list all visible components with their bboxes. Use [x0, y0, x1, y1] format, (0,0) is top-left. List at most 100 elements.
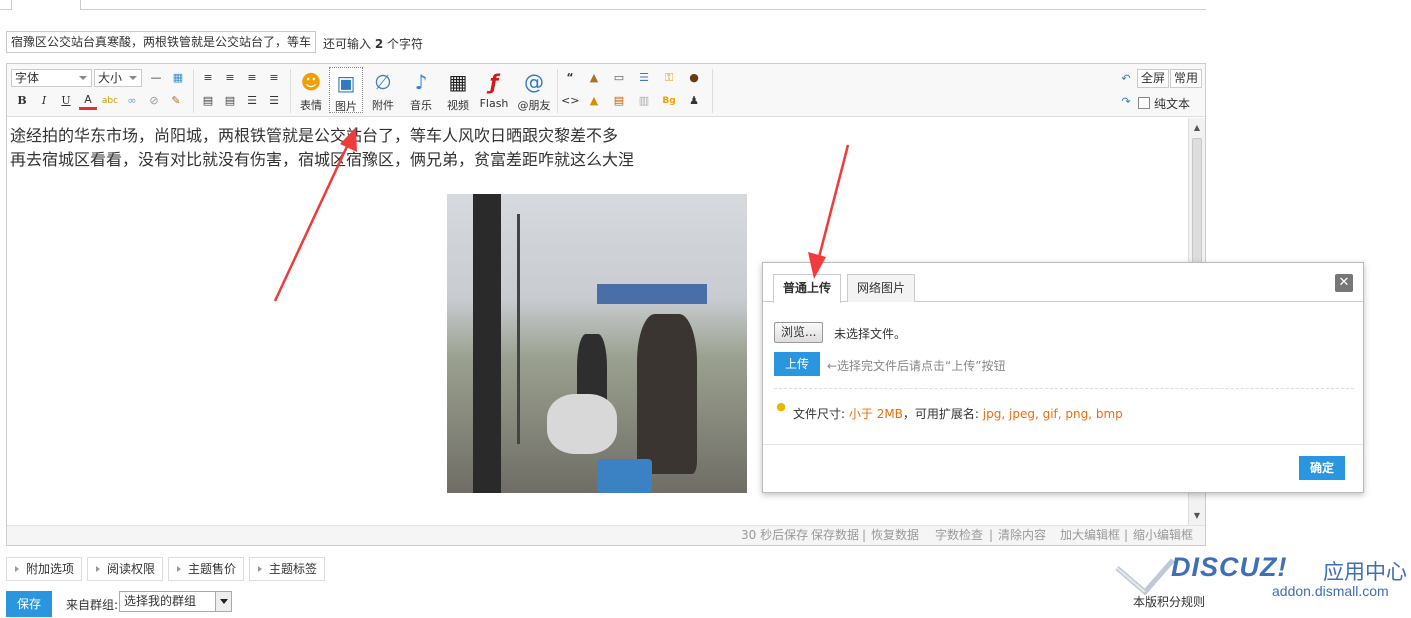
align-justify-icon[interactable]: ≡ [265, 69, 283, 87]
stamp-icon[interactable]: ● [685, 69, 703, 87]
top-tab[interactable] [11, 0, 81, 10]
extra-options-button[interactable]: 附加选项 [6, 557, 83, 581]
background-image-icon[interactable]: Bg [660, 92, 678, 110]
unordered-list-icon[interactable]: ☰ [265, 92, 283, 110]
brand-v-logo-icon [1115, 558, 1175, 596]
clapperboard-icon: ▦ [448, 70, 468, 94]
editor-toolbar: 字体 大小 — ▦ B I U A abc ∞ ⊘ ✎ ≡ ≡ ≡ ≡ ▤ ▤ … [7, 64, 1205, 117]
italic-icon[interactable]: I [35, 92, 53, 110]
emoji-button[interactable]: ☻ 表情 [294, 67, 328, 113]
upload-button[interactable]: 上传 [774, 352, 820, 376]
underline-icon[interactable]: U [57, 92, 75, 110]
confirm-button[interactable]: 确定 [1299, 456, 1345, 480]
float-right-icon[interactable]: ▤ [221, 92, 239, 110]
align-center-icon[interactable]: ≡ [221, 69, 239, 87]
photo-suitcase [597, 459, 652, 493]
read-permission-button[interactable]: 阅读权限 [87, 557, 164, 581]
attachment-button[interactable]: ∅ 附件 [366, 67, 400, 113]
toolbar-separator [557, 69, 558, 113]
image-upload-dialog: 普通上传 网络图片 ✕ 浏览... 未选择文件。 上传 ←选择完文件后请点击“上… [762, 262, 1364, 493]
caret-right-icon [96, 566, 100, 572]
music-button[interactable]: ♪ 音乐 [404, 67, 438, 113]
scroll-up-icon[interactable]: ▲ [1189, 120, 1205, 136]
size-label: 文件尺寸: [793, 407, 846, 421]
redo-icon[interactable]: ↷ [1117, 93, 1135, 111]
horizontal-rule-icon[interactable]: — [147, 69, 165, 87]
float-left-icon[interactable]: ▤ [199, 92, 217, 110]
photo-person [637, 314, 697, 474]
scroll-down-icon[interactable]: ▼ [1189, 508, 1205, 524]
password-icon[interactable]: ⚿ [660, 69, 678, 87]
group-label: 来自群组: [66, 598, 119, 612]
clear-format-icon[interactable]: ✎ [167, 92, 185, 110]
smiley-icon: ☻ [300, 70, 322, 94]
tab-local-upload[interactable]: 普通上传 [773, 274, 842, 303]
chevron-down-icon [79, 76, 87, 80]
close-icon[interactable]: ✕ [1335, 274, 1353, 292]
chevron-down-icon[interactable] [215, 592, 231, 611]
background-color-icon[interactable]: abc [101, 92, 119, 110]
link-icon[interactable]: ∞ [123, 92, 141, 110]
quote-icon[interactable]: “ [561, 69, 579, 87]
status-separator: | [862, 528, 867, 542]
flash-button[interactable]: ƒ Flash [477, 67, 511, 113]
subject-input[interactable]: 宿豫区公交站台真寒酸，两根铁管就是公交站台了，等车 [6, 31, 316, 53]
photo-sign [597, 284, 707, 304]
file-size-info: 文件尺寸: 小于 2MB，可用扩展名: jpg, jpeg, gif, png,… [793, 405, 1123, 422]
align-right-icon[interactable]: ≡ [243, 69, 261, 87]
tab-web-image[interactable]: 网络图片 [847, 274, 916, 302]
photo-bag [547, 394, 617, 454]
emoji-label: 表情 [300, 99, 322, 112]
save-data-link[interactable]: 保存数据 [811, 526, 859, 545]
enlarge-editor-link[interactable]: 加大编辑框 [1060, 526, 1120, 545]
index-icon[interactable]: ☰ [635, 69, 653, 87]
thread-price-button[interactable]: 主题售价 [168, 557, 245, 581]
ext-label: ，可用扩展名: [902, 407, 979, 421]
font-family-select[interactable]: 字体 [11, 69, 92, 87]
lock-icon[interactable]: ▲ [585, 92, 603, 110]
scroll-thumb[interactable] [1192, 138, 1202, 268]
unlink-icon[interactable]: ⊘ [145, 92, 163, 110]
table-icon[interactable]: ▦ [169, 69, 187, 87]
restore-data-link[interactable]: 恢复数据 [871, 526, 919, 545]
sale-icon[interactable]: ▤ [610, 92, 628, 110]
size-select-label: 大小 [98, 71, 123, 85]
flash-icon: ƒ [489, 70, 499, 94]
ordered-list-icon[interactable]: ☰ [243, 92, 261, 110]
common-button[interactable]: 常用 [1170, 69, 1203, 88]
page-break-icon[interactable]: ▥ [635, 92, 653, 110]
plaintext-checkbox[interactable] [1138, 97, 1150, 109]
clear-content-link[interactable]: 清除内容 [998, 526, 1046, 545]
group-select-value: 选择我的群组 [124, 594, 197, 608]
toolbar-separator [193, 69, 194, 113]
fullscreen-button[interactable]: 全屏 [1137, 69, 1170, 88]
shrink-editor-link[interactable]: 缩小编辑框 [1133, 526, 1193, 545]
font-size-select[interactable]: 大小 [94, 69, 142, 87]
browse-button[interactable]: 浏览... [774, 322, 824, 343]
free-content-icon[interactable]: ▭ [610, 69, 628, 87]
status-separator: | [989, 528, 994, 542]
caret-right-icon [15, 566, 19, 572]
status-separator: | [1124, 528, 1129, 542]
video-label: 视频 [447, 99, 469, 112]
bold-icon[interactable]: B [13, 92, 31, 110]
word-count-link[interactable]: 字数检查 [935, 526, 983, 545]
video-button[interactable]: ▦ 视频 [441, 67, 475, 113]
read-permission-label: 阅读权限 [107, 562, 156, 576]
group-select[interactable]: 选择我的群组 [119, 591, 232, 612]
font-color-icon[interactable]: A [79, 92, 97, 110]
brand-app-center: 应用中心 [1323, 560, 1407, 584]
editor-content[interactable]: 途经拍的华东市场，尚阳城，两根铁管就是公交站台了，等车人风吹日晒跟灾黎差不多 再… [10, 124, 634, 172]
align-left-icon[interactable]: ≡ [199, 69, 217, 87]
flash-label: Flash [479, 97, 509, 110]
thread-tags-button[interactable]: 主题标签 [249, 557, 326, 581]
size-value: 小于 2MB [848, 407, 903, 421]
undo-icon[interactable]: ↶ [1117, 70, 1135, 88]
save-button[interactable]: 保存 [6, 591, 52, 617]
mention-friends-button[interactable]: @ @朋友 [515, 67, 553, 113]
qq-penguin-icon[interactable]: ♟ [685, 92, 703, 110]
image-button[interactable]: ▣ 图片 [329, 67, 363, 113]
hidden-content-icon[interactable]: ▲ [585, 69, 603, 87]
code-icon[interactable]: <> [561, 92, 579, 110]
font-select-label: 字体 [15, 71, 40, 85]
